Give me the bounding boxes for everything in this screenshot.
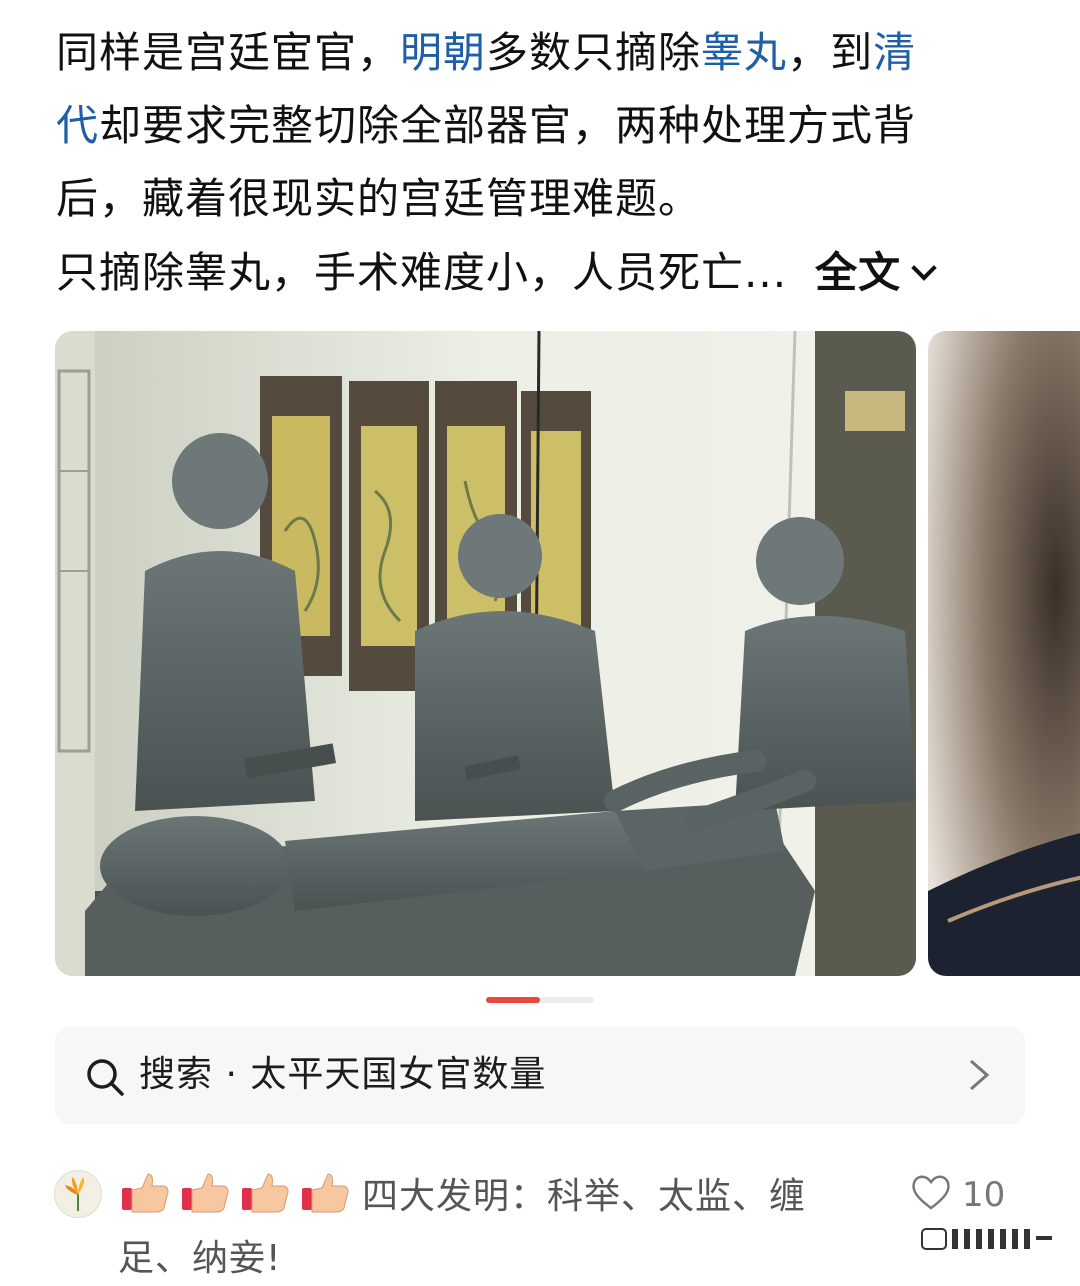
topic-link-ming[interactable]: 明朝 xyxy=(400,28,486,77)
related-search-card[interactable]: 搜索 · 太平天国女官数量 xyxy=(55,1027,1025,1124)
post-preview-text: 只摘除睾丸，手术难度小，人员死亡... xyxy=(56,248,788,297)
related-search-label: 搜索 · 太平天国女官数量 xyxy=(139,1054,547,1095)
topic-link-qing[interactable]: 清 xyxy=(873,28,916,77)
status-bar-overlay-icon xyxy=(921,1228,1052,1250)
thumbs-up-emoji-row xyxy=(118,1168,358,1232)
thumbs-up-icon xyxy=(122,1173,349,1213)
comment-item: 四大发明：科举、太监、缠足、纳妾! 10 xyxy=(0,1160,1080,1281)
comment-text: 四大发明：科举、太监、缠足、纳妾! xyxy=(118,1168,848,1286)
topic-link-testicles[interactable]: 睾丸 xyxy=(701,28,787,77)
post-body: 同样是宫廷宦官，明朝多数只摘除睾丸，到清 代却要求完整切除全部器官，两种处理方式… xyxy=(56,16,1016,235)
chevron-right-icon xyxy=(970,1059,990,1091)
like-button[interactable]: 10 xyxy=(910,1172,1005,1218)
post-preview: 只摘除睾丸，手术难度小，人员死亡... 全文 xyxy=(56,236,1036,309)
chevron-down-icon xyxy=(911,255,937,281)
heart-icon xyxy=(912,1175,950,1210)
post-line-3: 后，藏着很现实的宫廷管理难题。 xyxy=(56,174,702,223)
next-photo-preview xyxy=(928,331,1080,976)
post-line-2: 代却要求完整切除全部器官，两种处理方式背 xyxy=(56,101,917,150)
post-line-1: 同样是宫廷宦官，明朝多数只摘除睾丸，到清 xyxy=(56,28,917,77)
carousel-indicator xyxy=(486,997,594,1003)
expand-full-text-button[interactable]: 全文 xyxy=(815,248,937,297)
like-count: 10 xyxy=(962,1175,1006,1215)
avatar[interactable] xyxy=(54,1170,102,1218)
carousel-image-next[interactable] xyxy=(928,331,1080,976)
carousel-indicator-active xyxy=(486,997,540,1003)
flower-avatar-icon xyxy=(65,1177,85,1211)
topic-link-qing-cont[interactable]: 代 xyxy=(56,101,99,150)
carousel-image-main[interactable] xyxy=(55,331,916,976)
sculpture-photo xyxy=(55,331,916,976)
search-icon xyxy=(87,1059,124,1096)
